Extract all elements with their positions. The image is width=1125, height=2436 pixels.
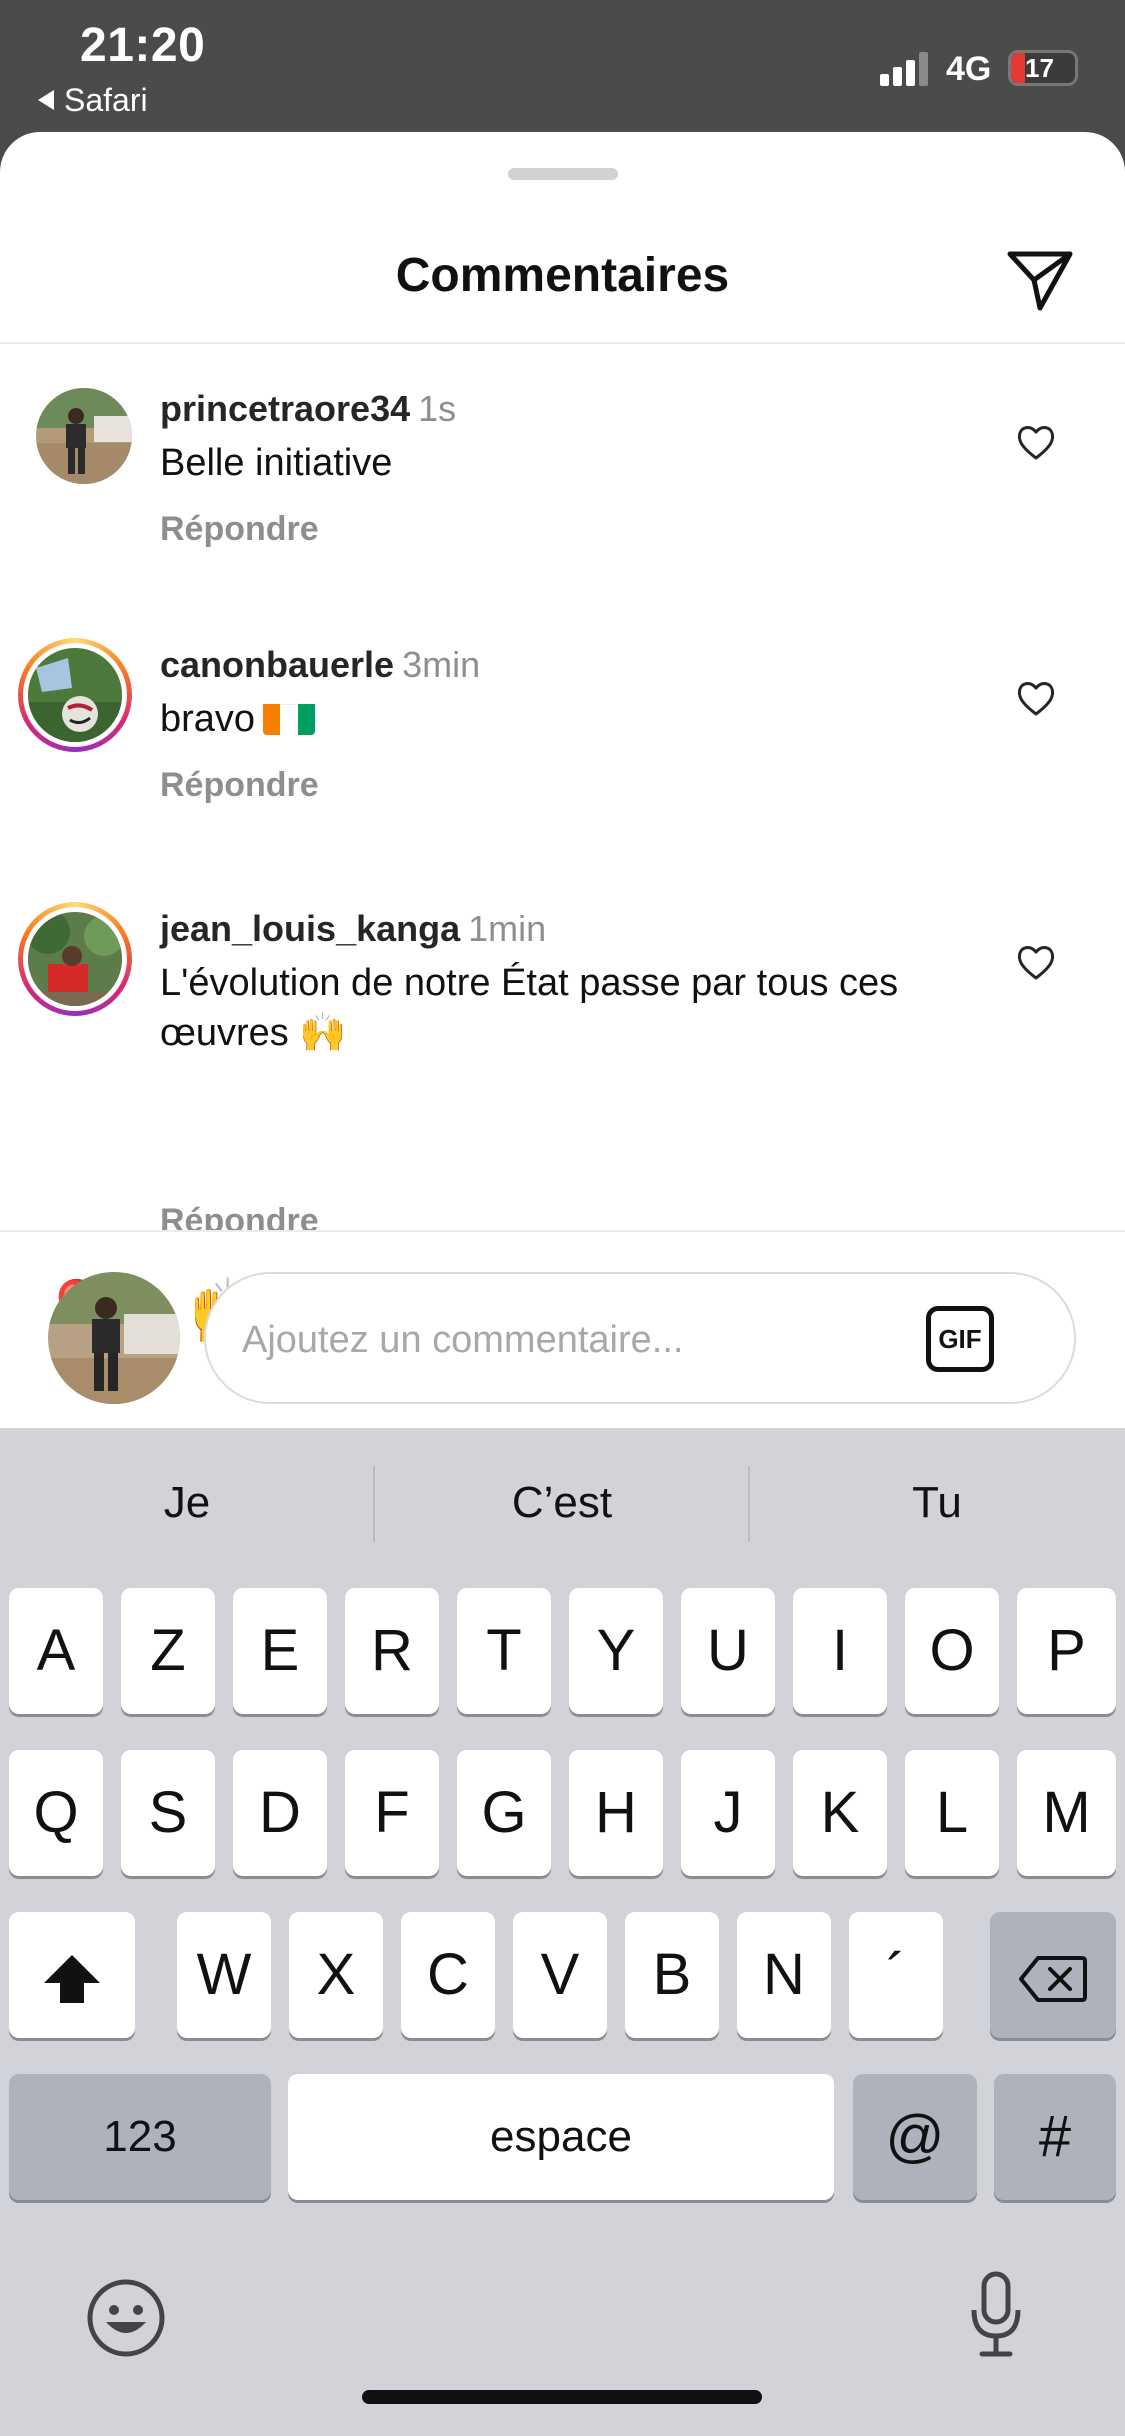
comment-item: canonbauerle 3min bravo Répondre: [0, 638, 1125, 844]
avatar-story-ring[interactable]: [18, 902, 132, 1016]
key-v[interactable]: V: [513, 1912, 607, 2038]
ivory-coast-flag-icon: [263, 701, 316, 735]
avatar: [23, 907, 127, 1011]
at-key[interactable]: @: [853, 2074, 977, 2200]
key-z[interactable]: Z: [121, 1588, 215, 1714]
comment-timestamp: 1s: [418, 388, 457, 429]
username-text[interactable]: princetraore34: [160, 388, 410, 429]
battery-icon: 17: [1008, 50, 1078, 86]
key-x[interactable]: X: [289, 1912, 383, 2038]
home-indicator[interactable]: [362, 2390, 762, 2404]
shift-key[interactable]: [9, 1912, 135, 2038]
status-bar: 21:20 Safari 4G 17: [0, 0, 1125, 135]
key-d[interactable]: D: [233, 1750, 327, 1876]
key-t[interactable]: T: [457, 1588, 551, 1714]
key-w[interactable]: W: [177, 1912, 271, 2038]
emoji-keyboard-icon[interactable]: [84, 2276, 168, 2360]
comment-input-container[interactable]: GIF: [204, 1272, 1076, 1404]
key-y[interactable]: Y: [569, 1588, 663, 1714]
comment-username[interactable]: princetraore34 1s: [160, 388, 456, 430]
back-app-label: Safari: [64, 82, 148, 118]
sheet-grabber[interactable]: [508, 168, 618, 180]
network-type: 4G: [946, 50, 992, 88]
comment-text: L'évolution de notre État passe par tous…: [160, 962, 899, 1054]
comment-username[interactable]: jean_louis_kanga 1min: [160, 908, 546, 950]
key-j[interactable]: J: [681, 1750, 775, 1876]
avatar-story-ring[interactable]: [18, 638, 132, 752]
username-text[interactable]: canonbauerle: [160, 644, 394, 685]
key-i[interactable]: I: [793, 1588, 887, 1714]
status-time: 21:20: [80, 19, 206, 72]
avatar-photo: [28, 648, 122, 742]
shift-arrow-icon: [44, 1954, 100, 2003]
key-r[interactable]: R: [345, 1588, 439, 1714]
send-icon[interactable]: [1004, 244, 1076, 316]
reply-button[interactable]: Répondre: [160, 510, 319, 549]
key-b[interactable]: B: [625, 1912, 719, 2038]
backspace-icon: [1019, 1955, 1087, 2002]
avatar-photo: [28, 912, 122, 1006]
suggestion-2[interactable]: C’est: [375, 1428, 749, 1578]
key-e[interactable]: E: [233, 1588, 327, 1714]
key-m[interactable]: M: [1017, 1750, 1116, 1876]
comment-text-content: bravo: [160, 698, 256, 740]
comment-item: jean_louis_kanga 1min L'évolution de notr…: [0, 900, 1125, 1230]
back-to-safari-link[interactable]: Safari: [38, 82, 148, 119]
username-text[interactable]: jean_louis_kanga: [160, 908, 460, 949]
avatar: [23, 643, 127, 747]
reply-button[interactable]: Répondre: [160, 766, 319, 805]
sheet-title: Commentaires: [395, 249, 730, 302]
key-s[interactable]: S: [121, 1750, 215, 1876]
battery-level: 17: [1025, 53, 1054, 83]
comment-text: bravo: [160, 694, 980, 744]
key-h[interactable]: H: [569, 1750, 663, 1876]
reply-button[interactable]: Répondre: [160, 1202, 319, 1230]
key-l[interactable]: L: [905, 1750, 999, 1876]
microphone-icon[interactable]: [966, 2270, 1026, 2360]
header-divider: [0, 342, 1125, 344]
key-n[interactable]: N: [737, 1912, 831, 2038]
like-heart-icon[interactable]: [1016, 680, 1056, 718]
suggestion-3[interactable]: Tu: [750, 1428, 1124, 1578]
battery-fill: [1011, 53, 1025, 83]
gif-button[interactable]: GIF: [926, 1306, 994, 1372]
numbers-key[interactable]: 123: [9, 2074, 271, 2200]
key-c[interactable]: C: [401, 1912, 495, 2038]
back-arrow-icon: [38, 90, 54, 110]
hash-key[interactable]: #: [994, 2074, 1116, 2200]
current-user-avatar: [48, 1272, 180, 1404]
emoji-bar-divider: [0, 1230, 1125, 1232]
like-heart-icon[interactable]: [1016, 424, 1056, 462]
comment-text: Belle initiative: [160, 442, 393, 484]
key-acute-accent[interactable]: ´: [849, 1912, 943, 2038]
avatar-photo: [48, 1272, 180, 1404]
comment-username[interactable]: canonbauerle 3min: [160, 644, 480, 686]
space-key[interactable]: espace: [288, 2074, 834, 2200]
backspace-key[interactable]: [990, 1912, 1116, 2038]
key-p[interactable]: P: [1017, 1588, 1116, 1714]
avatar-photo: [36, 388, 132, 484]
comments-sheet: Commentaires princetraore34 1s Belle init…: [0, 132, 1125, 1428]
key-u[interactable]: U: [681, 1588, 775, 1714]
comment-timestamp: 3min: [402, 644, 481, 685]
key-a[interactable]: A: [9, 1588, 103, 1714]
avatar[interactable]: [36, 388, 132, 484]
like-heart-icon[interactable]: [1016, 944, 1056, 982]
key-o[interactable]: O: [905, 1588, 999, 1714]
suggestion-1[interactable]: Je: [0, 1428, 374, 1578]
comment-timestamp: 1min: [468, 908, 547, 949]
comment-input[interactable]: [242, 1310, 902, 1370]
keyboard: Je C’est Tu A Z E R T Y U I O P Q S D F …: [0, 1428, 1125, 2436]
cellular-signal-icon: [880, 52, 928, 86]
key-k[interactable]: K: [793, 1750, 887, 1876]
key-g[interactable]: G: [457, 1750, 551, 1876]
key-q[interactable]: Q: [9, 1750, 103, 1876]
comment-item: princetraore34 1s Belle initiative Répond…: [0, 388, 1125, 588]
key-f[interactable]: F: [345, 1750, 439, 1876]
